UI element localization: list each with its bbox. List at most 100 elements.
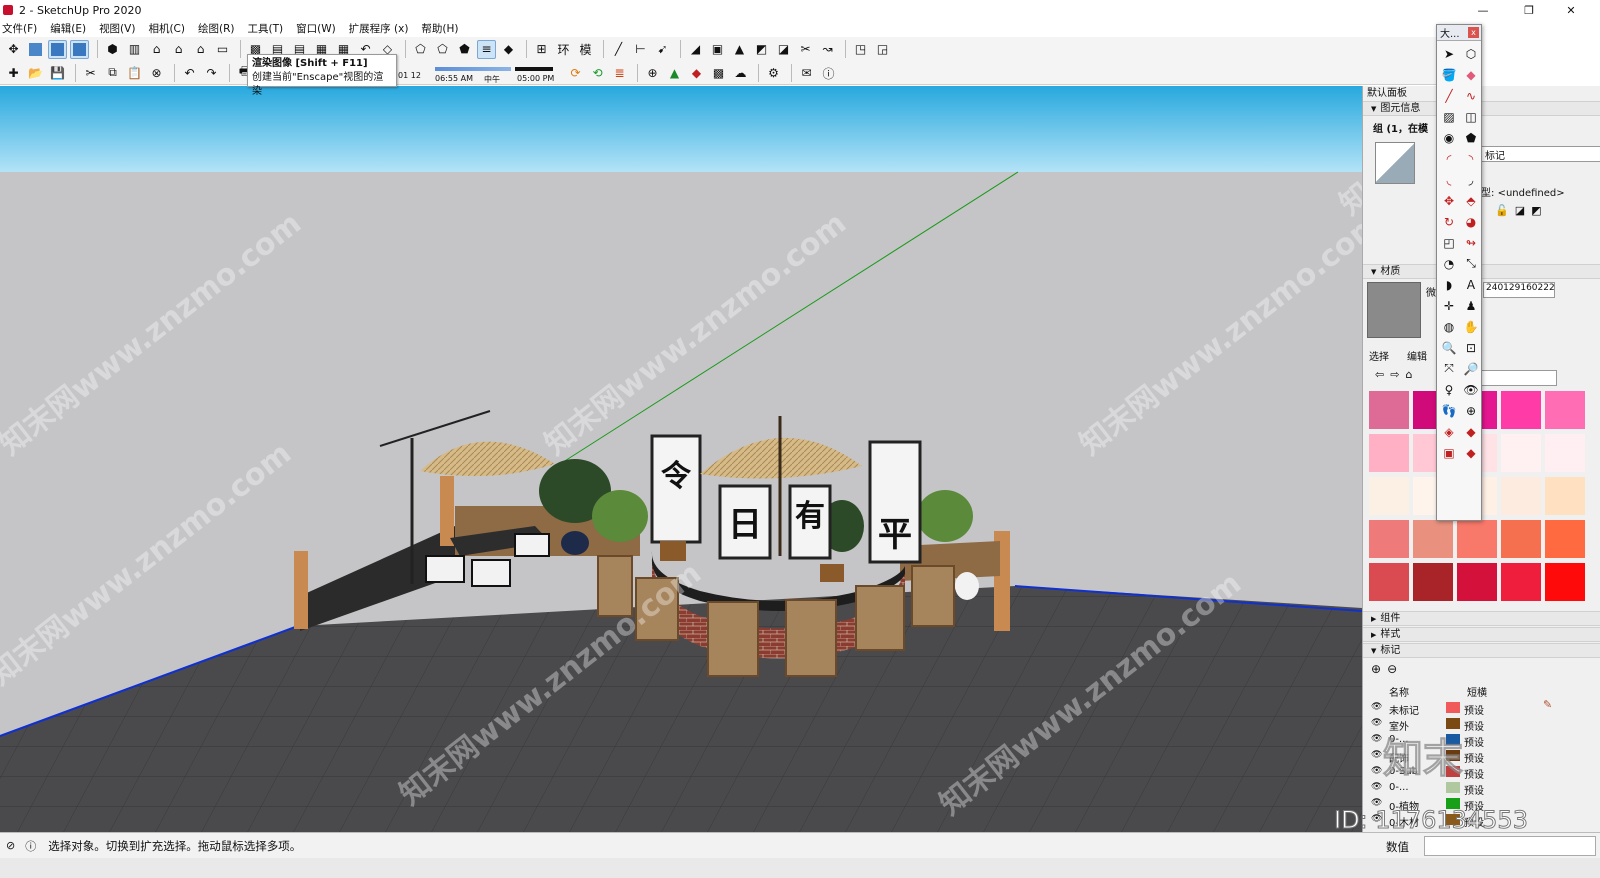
- menu-window[interactable]: 窗口(W): [296, 21, 336, 36]
- tags-header[interactable]: ▼ 标记: [1363, 643, 1600, 658]
- info-icon[interactable]: ⓘ: [819, 64, 838, 83]
- receive-shadow-icon[interactable]: ◩: [1531, 204, 1541, 217]
- material-preview[interactable]: [1367, 282, 1421, 338]
- material-swatch[interactable]: [1369, 434, 1409, 472]
- ruby-tool-1-icon[interactable]: ◢: [686, 40, 705, 59]
- settings-icon[interactable]: ⚙: [764, 64, 783, 83]
- material-swatch[interactable]: [1501, 520, 1541, 558]
- warehouse-icon[interactable]: ▲: [665, 64, 684, 83]
- offset-icon[interactable]: ↬: [1461, 233, 1481, 252]
- undo-icon[interactable]: ↶: [180, 63, 199, 82]
- material-swatch[interactable]: [1457, 563, 1497, 601]
- tag-dash[interactable]: 预设: [1464, 782, 1484, 797]
- ruby-tool-2-icon[interactable]: ▣: [708, 40, 727, 59]
- walk-icon[interactable]: 👣: [1439, 401, 1459, 420]
- visibility-eye-icon[interactable]: 👁: [1371, 750, 1382, 760]
- arc-icon[interactable]: ◜: [1439, 149, 1459, 168]
- close-icon[interactable]: x: [1468, 27, 1479, 38]
- material-swatch[interactable]: [1501, 434, 1541, 472]
- cut-icon[interactable]: ✂: [81, 63, 100, 82]
- rectangle-icon[interactable]: ▨: [1439, 107, 1459, 126]
- ruby-icon[interactable]: ◆: [1461, 443, 1481, 462]
- paint-bucket-icon[interactable]: 🪣: [1439, 65, 1459, 84]
- tag-dash[interactable]: 预设: [1464, 718, 1484, 733]
- scale-icon[interactable]: ◰: [1439, 233, 1459, 252]
- layer-shape-3-icon[interactable]: ⬟: [455, 40, 474, 59]
- ruby-tool-3-icon[interactable]: ▲: [730, 40, 749, 59]
- ruby-tool-6-icon[interactable]: ↝: [818, 40, 837, 59]
- layer-shape-5-icon[interactable]: ◆: [499, 40, 518, 59]
- material-swatch[interactable]: [1545, 477, 1585, 515]
- visibility-eye-icon[interactable]: 👁: [1371, 718, 1382, 728]
- copy-icon[interactable]: ⧉: [103, 63, 122, 82]
- minimize-icon[interactable]: —: [1468, 0, 1498, 20]
- ruby-tool-4-icon[interactable]: ◩: [752, 40, 771, 59]
- circle-icon[interactable]: ◉: [1439, 128, 1459, 147]
- visibility-eye-icon[interactable]: 👁: [1371, 734, 1382, 744]
- ruby-tool-5-icon[interactable]: ◪: [774, 40, 793, 59]
- lock-icon[interactable]: 🔓: [1495, 204, 1509, 217]
- front-view-icon[interactable]: [48, 39, 67, 59]
- material-swatch[interactable]: [1369, 391, 1409, 429]
- material-library-select[interactable]: [1481, 370, 1557, 386]
- warehouse-icon[interactable]: ◈: [1439, 422, 1459, 441]
- enscape-sync-icon[interactable]: ⟲: [588, 64, 607, 83]
- geo-location-icon[interactable]: ⊘: [6, 839, 15, 852]
- protractor-icon[interactable]: ◗: [1439, 275, 1459, 294]
- menu-tools[interactable]: 工具(T): [247, 21, 283, 36]
- material-swatch[interactable]: [1413, 563, 1453, 601]
- tag-dash[interactable]: 预设: [1464, 702, 1484, 717]
- previous-view-icon[interactable]: 🔎: [1461, 359, 1481, 378]
- section-plane-icon[interactable]: ⊕: [1461, 401, 1481, 420]
- menu-camera[interactable]: 相机(C): [148, 21, 185, 36]
- arc-2pt-icon[interactable]: ◝: [1461, 149, 1481, 168]
- material-swatch[interactable]: [1457, 520, 1497, 558]
- large-toolset-header[interactable]: 大... x: [1437, 25, 1481, 41]
- orbit-icon[interactable]: ◍: [1439, 317, 1459, 336]
- material-swatch[interactable]: [1369, 477, 1409, 515]
- dimension-icon[interactable]: ⤡: [1461, 254, 1481, 273]
- menu-help[interactable]: 帮助(H): [421, 21, 458, 36]
- menu-draw[interactable]: 绘图(R): [198, 21, 235, 36]
- rotated-rectangle-icon[interactable]: ◫: [1461, 107, 1481, 126]
- follow-me-icon[interactable]: ◕: [1461, 212, 1481, 231]
- material-name-field[interactable]: 240129160222: [1483, 282, 1555, 298]
- tape-measure-icon[interactable]: ◔: [1439, 254, 1459, 273]
- components-header[interactable]: ▶ 组件: [1363, 611, 1600, 626]
- line-icon[interactable]: ╱: [1439, 86, 1459, 105]
- cloud-icon[interactable]: ☁: [731, 64, 750, 83]
- back-edges-icon[interactable]: ▥: [125, 40, 144, 59]
- pie-icon[interactable]: ◞: [1461, 170, 1481, 189]
- tag-select[interactable]: 标记: [1481, 146, 1600, 162]
- env-icon[interactable]: 环: [554, 40, 573, 59]
- tag-dash[interactable]: 预设: [1464, 766, 1484, 781]
- forward-arrow-icon[interactable]: ⇨: [1390, 368, 1399, 381]
- material-swatch[interactable]: [1545, 563, 1585, 601]
- tab-edit[interactable]: 编辑: [1407, 348, 1427, 363]
- visibility-eye-icon[interactable]: 👁: [1371, 702, 1382, 712]
- extension-2-icon[interactable]: ◲: [873, 40, 892, 59]
- layer-shape-2-icon[interactable]: ⬠: [433, 40, 452, 59]
- redo-icon[interactable]: ↷: [202, 63, 221, 82]
- delete-icon[interactable]: ⊗: [147, 63, 166, 82]
- zoom-window-icon[interactable]: ⊡: [1461, 338, 1481, 357]
- home-icon[interactable]: ⌂: [1405, 368, 1412, 381]
- visibility-eye-icon[interactable]: 👁: [1371, 782, 1382, 792]
- right-view-icon[interactable]: [70, 39, 89, 59]
- close-icon[interactable]: ✕: [1556, 0, 1586, 20]
- tag-dash[interactable]: 预设: [1464, 734, 1484, 749]
- restore-icon[interactable]: ❐: [1514, 0, 1544, 20]
- model-icon[interactable]: 模: [576, 40, 595, 59]
- layer-shape-1-icon[interactable]: ⬠: [411, 40, 430, 59]
- cut-tool-icon[interactable]: ✂: [796, 40, 815, 59]
- cast-shadow-icon[interactable]: ◪: [1515, 204, 1525, 217]
- measurements-input[interactable]: [1424, 836, 1596, 856]
- menu-view[interactable]: 视图(V): [99, 21, 135, 36]
- menu-file[interactable]: 文件(F): [2, 21, 37, 36]
- shaded-icon[interactable]: ⌂: [191, 40, 210, 59]
- iso-view-icon[interactable]: [26, 40, 45, 59]
- tag-color[interactable]: [1446, 702, 1460, 713]
- wireframe-icon[interactable]: ⌂: [147, 40, 166, 59]
- axes-icon[interactable]: ✛: [1439, 296, 1459, 315]
- material-swatch[interactable]: [1545, 520, 1585, 558]
